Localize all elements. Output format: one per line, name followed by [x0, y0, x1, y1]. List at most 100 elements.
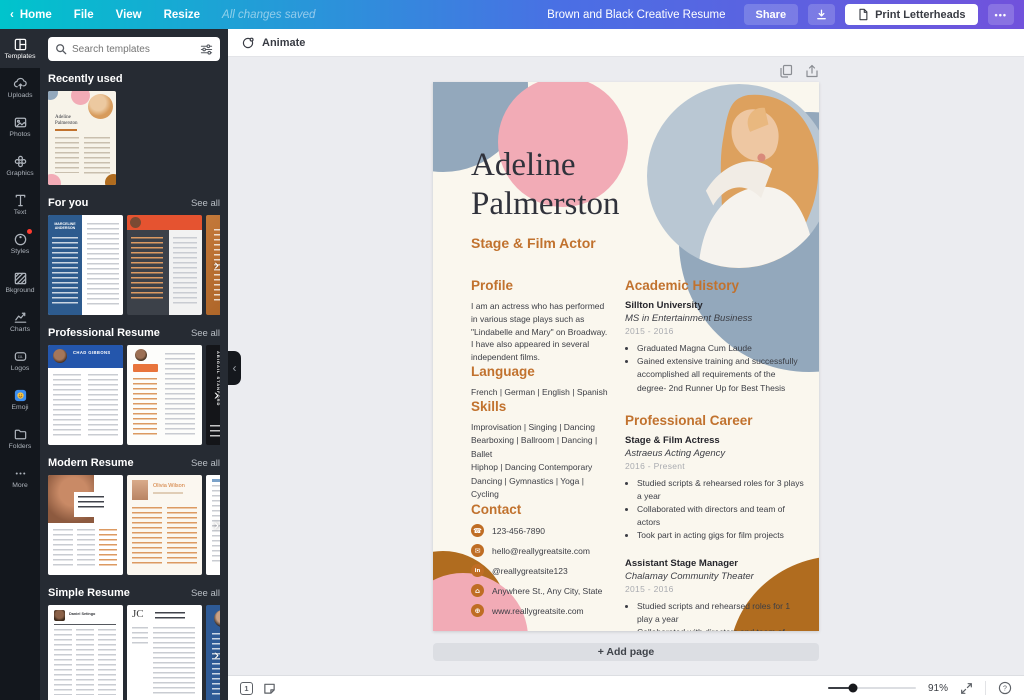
contact-text: 123-456-7890: [492, 526, 545, 536]
document-icon: [857, 8, 869, 21]
template-thumb[interactable]: JC: [127, 605, 202, 700]
career-heading[interactable]: Professional Career: [625, 413, 805, 428]
panel-collapse-button[interactable]: ‹: [228, 351, 241, 385]
thumb-photo: [132, 480, 148, 500]
sidebar-item-graphics[interactable]: Graphics: [0, 146, 40, 185]
contact-list[interactable]: ☎123-456-7890 ✉hello@reallygreatsite.com…: [471, 524, 609, 617]
zoom-level: 91%: [928, 683, 948, 694]
search-input[interactable]: [72, 44, 195, 55]
entry-degree: MS in Entertainment Business: [625, 313, 805, 324]
zoom-slider-knob[interactable]: [848, 684, 857, 693]
sidebar-item-more[interactable]: More: [0, 458, 40, 497]
sidebar-rail: Templates Uploads Photos Graphics Text: [0, 29, 40, 700]
section-modern-resume: Modern Resume: [48, 457, 134, 469]
statusbar-right: 91% ?: [828, 681, 1012, 695]
language-heading[interactable]: Language: [471, 364, 609, 379]
download-button[interactable]: [808, 4, 835, 25]
website-icon: ⊕: [471, 604, 484, 617]
career-entry[interactable]: Stage & Film Actress Astraeus Acting Age…: [625, 435, 805, 543]
thumb-lines: [84, 137, 110, 177]
duplicate-page-icon[interactable]: [779, 64, 793, 78]
skills-heading[interactable]: Skills: [471, 399, 609, 414]
entry-bullets: Graduated Magna Cum Laude Gained extensi…: [625, 342, 805, 395]
see-all-simple[interactable]: See all: [191, 588, 220, 599]
sidebar-item-folders[interactable]: Folders: [0, 419, 40, 458]
section-professional-resume: Professional Resume: [48, 327, 160, 339]
sidebar-item-emoji[interactable]: Emoji: [0, 380, 40, 419]
sidebar-item-templates[interactable]: Templates: [0, 29, 40, 68]
template-thumb[interactable]: Olivia Wilson: [127, 475, 202, 575]
topbar-menu: ‹Home File View Resize All changes saved: [10, 9, 315, 21]
entry-org: Astraeus Acting Agency: [625, 448, 805, 459]
skills-line: Bearboxing | Ballroom | Dancing | Ballet: [471, 434, 609, 461]
template-thumb[interactable]: [127, 215, 202, 315]
sidebar-item-background[interactable]: Bkground: [0, 263, 40, 302]
scroll-right-chevron[interactable]: ›: [214, 388, 219, 403]
see-all-professional[interactable]: See all: [191, 328, 220, 339]
page-number-icon[interactable]: 1: [240, 682, 253, 695]
sidebar-item-logos[interactable]: co. Logos: [0, 341, 40, 380]
template-thumb[interactable]: [48, 475, 123, 575]
statusbar-left: 1: [240, 682, 276, 695]
template-thumb[interactable]: [127, 345, 202, 445]
sidebar-item-text[interactable]: Text: [0, 185, 40, 224]
zoom-slider[interactable]: [828, 687, 916, 689]
file-menu[interactable]: File: [74, 9, 94, 21]
academic-heading[interactable]: Academic History: [625, 278, 805, 293]
profile-body[interactable]: I am an actress who has performed in var…: [471, 300, 609, 364]
bullet: Studied scripts and rehearsed roles for …: [637, 600, 805, 626]
template-thumb-recent[interactable]: Adeline Palmerston: [48, 91, 116, 185]
thumb-line: [212, 479, 220, 482]
resume-job-title[interactable]: Stage & Film Actor: [471, 235, 596, 251]
scroll-right-chevron[interactable]: ›: [214, 648, 219, 663]
contact-heading[interactable]: Contact: [471, 502, 609, 517]
help-icon[interactable]: ?: [998, 681, 1012, 695]
see-all-modern[interactable]: See all: [191, 458, 220, 469]
see-all-for-you[interactable]: See all: [191, 198, 220, 209]
search-bar: [48, 37, 220, 61]
resize-menu[interactable]: Resize: [164, 9, 200, 21]
sidebar-item-photos[interactable]: Photos: [0, 107, 40, 146]
contact-text: @reallygreatsite123: [492, 566, 568, 576]
sidebar-item-uploads[interactable]: Uploads: [0, 68, 40, 107]
document-title[interactable]: Brown and Black Creative Resume: [547, 9, 725, 21]
scroll-right-chevron[interactable]: ›: [214, 518, 219, 533]
templates-icon: [13, 37, 28, 52]
contact-item: in@reallygreatsite123: [471, 564, 609, 577]
template-thumb[interactable]: CHAD GIBBONS: [48, 345, 123, 445]
sidebar-item-styles[interactable]: Styles: [0, 224, 40, 263]
thumb-lines: [53, 374, 81, 436]
sidebar-item-charts[interactable]: Charts: [0, 302, 40, 341]
profile-heading[interactable]: Profile: [471, 278, 609, 293]
fullscreen-icon[interactable]: [960, 682, 973, 695]
view-menu[interactable]: View: [116, 9, 142, 21]
rail-label: Logos: [11, 366, 30, 373]
thumb-lines: [77, 529, 95, 569]
rail-label: More: [12, 483, 28, 490]
language-body[interactable]: French | German | English | Spanish: [471, 386, 609, 399]
page-actions: [433, 64, 819, 78]
scroll-right-chevron[interactable]: ›: [214, 258, 219, 273]
academic-entry[interactable]: Sillton University MS in Entertainment B…: [625, 300, 805, 395]
bullet: Graduated Magna Cum Laude: [637, 342, 805, 355]
more-options-button[interactable]: •••: [988, 4, 1014, 25]
thumb-lines: [78, 496, 104, 510]
export-page-icon[interactable]: [805, 64, 819, 78]
resume-name[interactable]: Adeline Palmerston: [471, 146, 691, 224]
template-thumb[interactable]: MARCELINE ANDERSON: [48, 215, 123, 315]
skills-body[interactable]: Improvisation | Singing | Dancing Bearbo…: [471, 421, 609, 503]
thumb-lines: [55, 137, 79, 173]
filter-sliders-icon[interactable]: [200, 43, 213, 56]
resume-page[interactable]: Adeline Palmerston Stage & Film Actor Pr…: [433, 82, 819, 631]
animate-button[interactable]: Animate: [262, 37, 305, 49]
home-button[interactable]: ‹Home: [10, 9, 52, 21]
career-entry[interactable]: Assistant Stage Manager Chalamay Communi…: [625, 558, 805, 631]
template-thumb[interactable]: Daniel Setingo: [48, 605, 123, 700]
rail-label: Charts: [10, 327, 30, 334]
notes-icon[interactable]: [263, 682, 276, 695]
share-button[interactable]: Share: [744, 4, 799, 25]
add-page-button[interactable]: + Add page: [433, 643, 819, 661]
print-letterheads-button[interactable]: Print Letterheads: [845, 4, 977, 25]
text-icon: [13, 193, 28, 208]
bullet: Collaborated with directors and team of …: [637, 626, 805, 631]
